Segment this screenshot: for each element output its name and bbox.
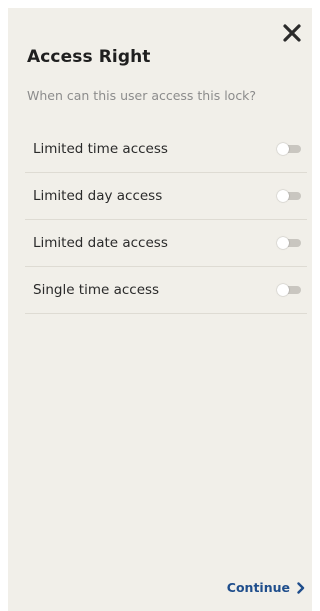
toggle-knob: [277, 190, 289, 202]
toggle-knob: [277, 143, 289, 155]
option-label: Limited time access: [33, 141, 168, 157]
toggle-knob: [277, 284, 289, 296]
limited-day-access-toggle[interactable]: [277, 190, 301, 202]
limited-time-access-toggle[interactable]: [277, 143, 301, 155]
option-limited-day-access: Limited day access: [25, 173, 307, 220]
toggle-knob: [277, 237, 289, 249]
single-time-access-toggle[interactable]: [277, 284, 301, 296]
option-limited-date-access: Limited date access: [25, 220, 307, 267]
option-single-time-access: Single time access: [25, 267, 307, 314]
chevron-right-icon: [297, 581, 305, 594]
option-limited-time-access: Limited time access: [25, 126, 307, 173]
option-label: Limited date access: [33, 235, 168, 251]
option-label: Limited day access: [33, 188, 163, 204]
page-subtitle: When can this user access this lock?: [27, 88, 257, 103]
access-right-sheet: Access Right When can this user access t…: [8, 8, 312, 611]
option-label: Single time access: [33, 282, 160, 298]
continue-button[interactable]: Continue: [227, 580, 306, 595]
limited-date-access-toggle[interactable]: [277, 237, 301, 249]
close-button[interactable]: [281, 22, 303, 44]
continue-label: Continue: [226, 580, 290, 595]
page-title: Access Right: [27, 47, 151, 67]
close-icon: [283, 24, 301, 42]
access-options-list: Limited time access Limited day access L…: [25, 126, 307, 314]
